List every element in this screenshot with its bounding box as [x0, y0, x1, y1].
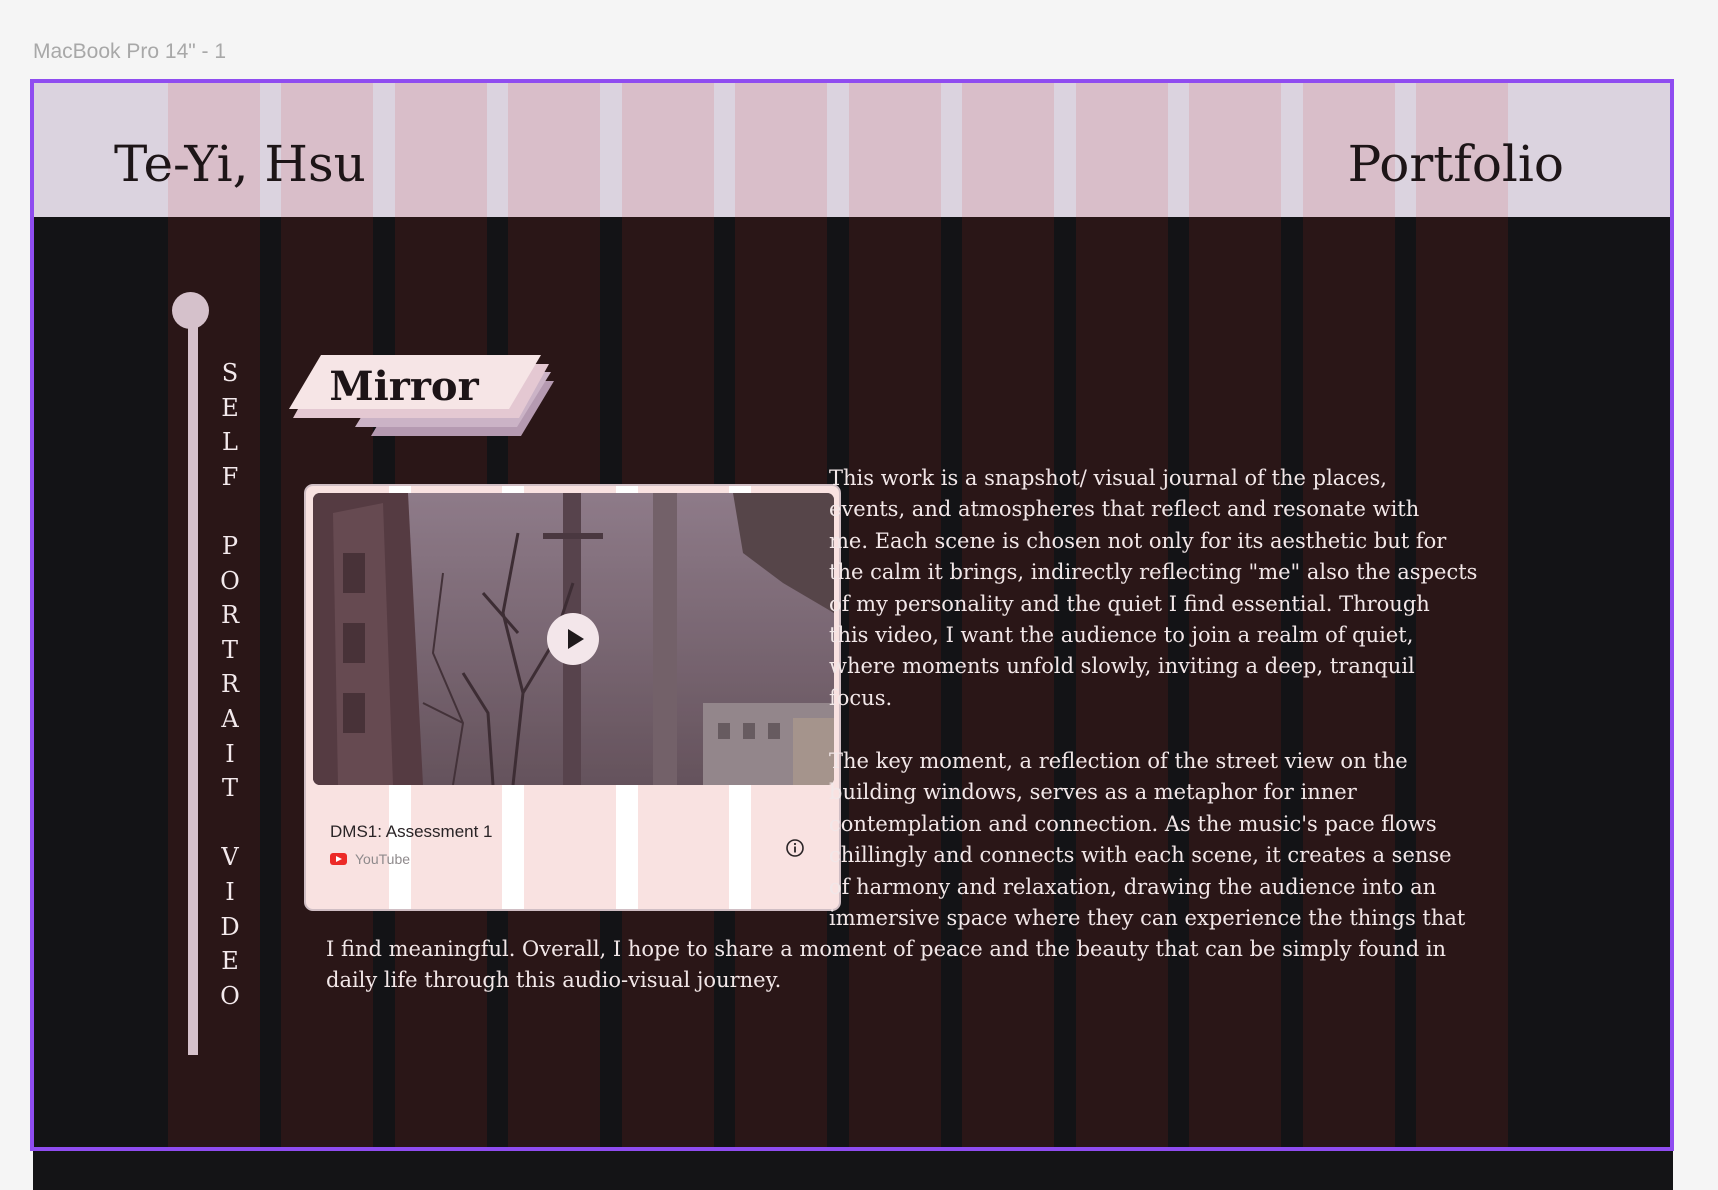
video-title[interactable]: DMS1: Assessment 1	[330, 822, 493, 842]
text-line: of my personality and the quiet I find e…	[829, 591, 1430, 616]
text-line: where moments unfold slowly, inviting a …	[829, 654, 1415, 679]
timeline-line	[188, 305, 198, 1055]
grid-column-header	[1189, 83, 1281, 217]
video-source: YouTube	[330, 850, 410, 868]
portfolio-heading: Portfolio	[1347, 135, 1564, 193]
play-icon	[568, 629, 584, 649]
video-thumbnail[interactable]	[313, 493, 834, 785]
text-line: immersive space where they can experienc…	[829, 906, 1466, 931]
section-title-badge: Mirror	[279, 349, 559, 459]
text-line: daily life through this audio-visual jou…	[326, 968, 782, 993]
description-paragraph-1: This work is a snapshot/ visual journal …	[829, 463, 1477, 714]
video-embed-card[interactable]: DMS1: Assessment 1 YouTube	[304, 484, 841, 911]
grid-column-header	[622, 83, 714, 217]
description-paragraph-2: The key moment, a reflection of the stre…	[829, 746, 1465, 934]
below-frame-strip	[33, 1150, 1673, 1190]
grid-column-header	[395, 83, 487, 217]
site-owner-name: Te-Yi, Hsu	[114, 135, 366, 193]
text-line: I find meaningful. Overall, I hope to sh…	[326, 937, 1447, 961]
video-source-label: YouTube	[355, 851, 411, 867]
timeline-knob[interactable]	[172, 292, 209, 329]
artboard-frame[interactable]: Te-Yi, Hsu Portfolio S E L F P O R T R A…	[30, 79, 1674, 1151]
grid-column-header	[735, 83, 827, 217]
text-line: the calm it brings, indirectly reflectin…	[829, 560, 1478, 585]
frame-label: MacBook Pro 14" - 1	[33, 40, 227, 63]
text-line: contemplation and connection. As the mus…	[829, 811, 1437, 836]
description-paragraph-2-continued: I find meaningful. Overall, I hope to sh…	[326, 934, 1446, 997]
info-icon[interactable]	[785, 838, 805, 858]
grid-column-header	[508, 83, 600, 217]
text-line: building windows, serves as a metaphor f…	[829, 780, 1357, 805]
text-line: events, and atmospheres that reflect and…	[829, 497, 1420, 522]
text-line: This work is a snapshot/ visual journal …	[829, 466, 1387, 490]
text-line: The key moment, a reflection of the stre…	[829, 749, 1408, 773]
play-button[interactable]	[547, 613, 599, 665]
text-line: this video, I want the audience to join …	[829, 623, 1414, 648]
vertical-section-label: S E L F P O R T R A I T V I D E O	[220, 359, 240, 1010]
text-line: chillingly and connects with each scene,…	[829, 843, 1452, 868]
text-line: me. Each scene is chosen not only for it…	[829, 528, 1447, 553]
section-title: Mirror	[329, 363, 479, 410]
grid-column-header	[962, 83, 1054, 217]
grid-column-header	[1076, 83, 1168, 217]
youtube-icon	[330, 853, 347, 865]
grid-column-header	[849, 83, 941, 217]
text-line: of harmony and relaxation, drawing the a…	[829, 874, 1437, 899]
text-line: focus.	[829, 685, 893, 710]
